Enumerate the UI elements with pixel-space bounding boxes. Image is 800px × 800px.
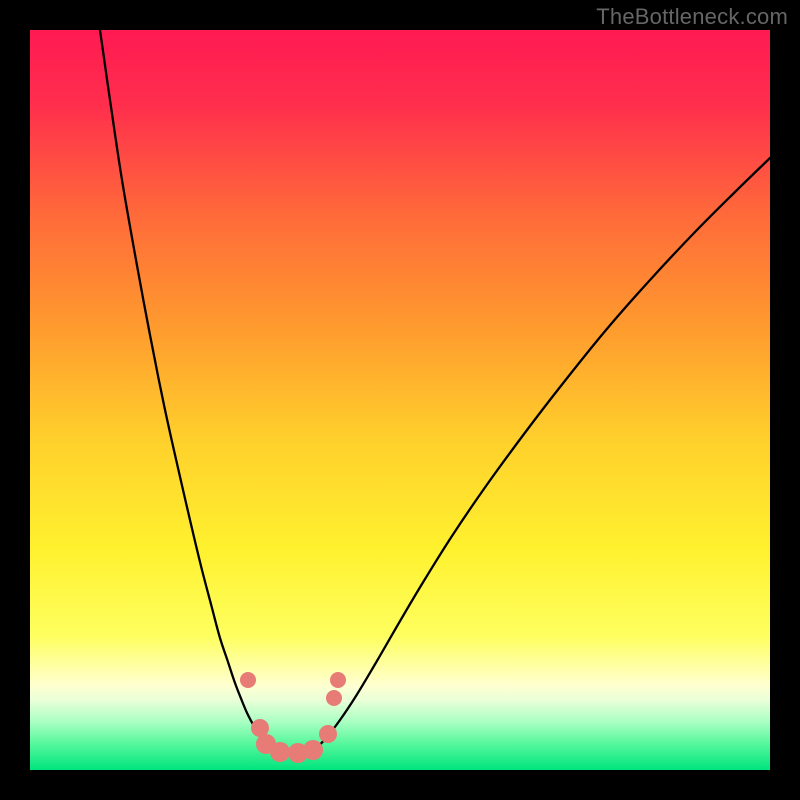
watermark-text: TheBottleneck.com	[596, 4, 788, 30]
data-point-marker	[326, 690, 342, 706]
data-point-marker	[303, 740, 323, 760]
data-point-marker	[240, 672, 256, 688]
plot-area	[30, 30, 770, 770]
data-point-marker	[330, 672, 346, 688]
data-point-marker	[270, 742, 290, 762]
gradient-background	[30, 30, 770, 770]
outer-black-frame: TheBottleneck.com	[0, 0, 800, 800]
data-point-marker	[319, 725, 337, 743]
bottleneck-chart	[30, 30, 770, 770]
